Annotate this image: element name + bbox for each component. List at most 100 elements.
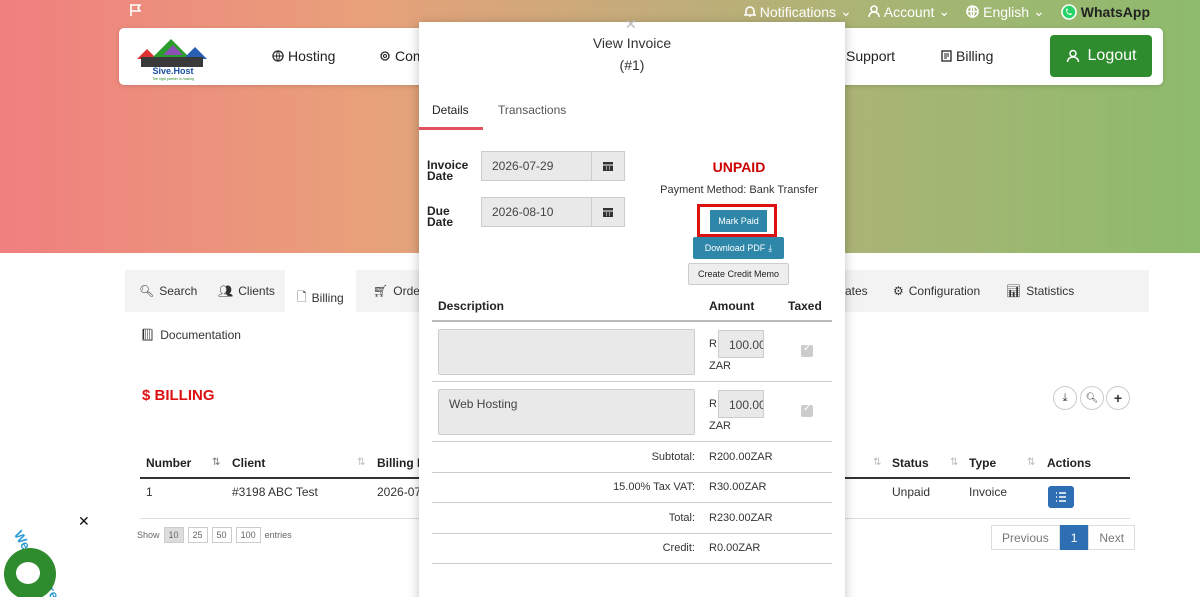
view-invoice-button[interactable] bbox=[1048, 486, 1074, 508]
chat-widget-button[interactable] bbox=[4, 548, 56, 597]
page-size-option[interactable]: 25 bbox=[187, 527, 208, 543]
previous-page-button[interactable]: Previous bbox=[991, 525, 1060, 550]
language-menu[interactable]: English ⌄ bbox=[966, 3, 1045, 20]
book-icon: 📕︎ bbox=[140, 328, 156, 342]
gear-icon bbox=[380, 51, 390, 61]
next-page-button[interactable]: Next bbox=[1088, 525, 1136, 550]
item-amount-input[interactable]: 100.00 bbox=[718, 330, 764, 358]
sort-icon[interactable]: ⇅ bbox=[212, 457, 220, 468]
search-button[interactable]: 🔍︎ bbox=[1080, 386, 1104, 410]
download-pdf-label: Download PDF bbox=[704, 243, 766, 253]
tab-orders[interactable]: 🛒︎ Order bbox=[373, 284, 424, 298]
notifications-menu[interactable]: Notifications ⌄ bbox=[743, 3, 852, 20]
bell-icon bbox=[743, 6, 756, 17]
sort-icon[interactable]: ⇅ bbox=[950, 457, 958, 468]
bar-chart-icon: 📊︎ bbox=[1006, 284, 1022, 298]
invoice-status: UNPAID bbox=[712, 159, 766, 175]
tab-details[interactable]: Details bbox=[432, 103, 469, 117]
download-icon: ⤓ bbox=[1062, 391, 1068, 404]
modal-title: View Invoice bbox=[592, 35, 672, 51]
item-description-input[interactable]: Web Hosting bbox=[438, 389, 695, 435]
download-pdf-button[interactable]: Download PDF ⤓ bbox=[693, 237, 784, 259]
list-icon bbox=[1056, 492, 1066, 502]
language-label: English bbox=[983, 3, 1030, 20]
account-menu[interactable]: Account ⌄ bbox=[867, 3, 951, 20]
tab-statistics[interactable]: 📊︎ Statistics bbox=[1006, 284, 1074, 298]
chat-close-icon[interactable]: ✕ bbox=[78, 513, 90, 530]
sort-icon[interactable]: ⇅ bbox=[873, 457, 881, 468]
currency-symbol: R bbox=[709, 398, 717, 410]
header-status[interactable]: Status bbox=[892, 456, 929, 470]
close-icon[interactable]: ✕ bbox=[625, 16, 637, 33]
invoice-number: (#1) bbox=[619, 57, 645, 73]
tab-billing-label: Billing bbox=[311, 291, 344, 305]
globe-icon bbox=[272, 50, 284, 62]
flag-icon[interactable] bbox=[129, 3, 143, 20]
current-page-button[interactable]: 1 bbox=[1059, 525, 1089, 550]
page-size-option[interactable]: 50 bbox=[211, 527, 232, 543]
plus-icon: + bbox=[1113, 390, 1123, 406]
sort-icon[interactable]: ⇅ bbox=[1027, 457, 1035, 468]
row-divider bbox=[432, 563, 832, 564]
total-value: R230.00ZAR bbox=[709, 512, 773, 524]
nav-billing[interactable]: Billing bbox=[941, 48, 993, 64]
header-amount: Amount bbox=[709, 299, 755, 313]
invoice-date-field[interactable]: 2026-07-29 bbox=[481, 151, 625, 181]
tab-configuration[interactable]: ⚙ Configuration bbox=[893, 284, 980, 298]
calendar-icon[interactable] bbox=[591, 152, 624, 180]
gears-icon: ⚙ bbox=[893, 284, 904, 298]
tab-statistics-label: Statistics bbox=[1026, 284, 1075, 298]
file-icon bbox=[941, 50, 952, 62]
cart-icon: 🛒︎ bbox=[373, 284, 389, 298]
chevron-down-icon: ⌄ bbox=[1033, 3, 1045, 19]
site-logo[interactable]: Sive.Host The right partner in hosting bbox=[133, 33, 213, 81]
page-size-option[interactable]: 100 bbox=[235, 527, 261, 543]
page-size-option[interactable]: 10 bbox=[163, 527, 184, 543]
logout-button[interactable]: Logout bbox=[1050, 35, 1152, 77]
credit-label: Credit: bbox=[662, 542, 695, 554]
taxed-checkbox[interactable] bbox=[801, 343, 813, 357]
header-client[interactable]: Client bbox=[232, 456, 265, 470]
cell-number: 1 bbox=[146, 485, 153, 499]
chevron-down-icon: ⌄ bbox=[938, 3, 951, 19]
header-type[interactable]: Type bbox=[969, 456, 996, 470]
calendar-icon[interactable] bbox=[591, 198, 624, 226]
mark-paid-button[interactable]: Mark Paid bbox=[710, 210, 767, 232]
tab-search-label: Search bbox=[159, 284, 198, 298]
credit-value: R0.00ZAR bbox=[709, 542, 761, 554]
tax-label: 15.00% Tax VAT: bbox=[613, 481, 695, 493]
row-divider bbox=[432, 533, 832, 534]
add-button[interactable]: + bbox=[1106, 386, 1130, 410]
tab-configuration-label: Configuration bbox=[908, 284, 981, 298]
user-icon bbox=[867, 5, 880, 18]
billing-title: $ BILLING bbox=[142, 387, 215, 404]
due-date-field[interactable]: 2026-08-10 bbox=[481, 197, 625, 227]
tab-transactions[interactable]: Transactions bbox=[498, 103, 566, 117]
row-divider bbox=[432, 502, 832, 503]
row-divider bbox=[432, 441, 832, 442]
tab-templates[interactable]: ates bbox=[845, 284, 868, 298]
item-amount-input[interactable]: 100.00 bbox=[718, 390, 764, 418]
view-invoice-modal: ✕ View Invoice (#1) Details Transactions… bbox=[419, 16, 845, 597]
item-description-input[interactable] bbox=[438, 329, 695, 375]
due-date-label: Due Date bbox=[427, 204, 454, 229]
table-divider bbox=[432, 320, 832, 322]
file-icon: 🗋 bbox=[297, 289, 307, 304]
create-credit-memo-button[interactable]: Create Credit Memo bbox=[688, 263, 789, 285]
tab-search[interactable]: 🔍︎ Search bbox=[139, 284, 197, 298]
header-taxed: Taxed bbox=[788, 299, 822, 313]
tab-documentation[interactable]: 📕︎ Documentation bbox=[140, 328, 241, 342]
nav-community[interactable]: Com bbox=[379, 48, 425, 64]
whatsapp-link[interactable]: WhatsApp bbox=[1060, 4, 1150, 20]
sort-icon[interactable]: ⇅ bbox=[357, 457, 365, 468]
tab-clients[interactable]: 👥︎ Clients bbox=[218, 284, 275, 298]
nav-hosting[interactable]: Hosting bbox=[272, 48, 335, 64]
nav-support[interactable]: Support bbox=[846, 48, 895, 64]
svg-text:Sive.Host: Sive.Host bbox=[152, 66, 193, 76]
header-number[interactable]: Number bbox=[146, 456, 191, 470]
row-divider bbox=[432, 472, 832, 473]
search-icon: 🔍︎ bbox=[1085, 392, 1099, 404]
export-button[interactable]: ⤓ bbox=[1053, 386, 1077, 410]
tab-billing[interactable]: 🗋 Billing bbox=[285, 270, 356, 312]
taxed-checkbox[interactable] bbox=[801, 403, 813, 417]
